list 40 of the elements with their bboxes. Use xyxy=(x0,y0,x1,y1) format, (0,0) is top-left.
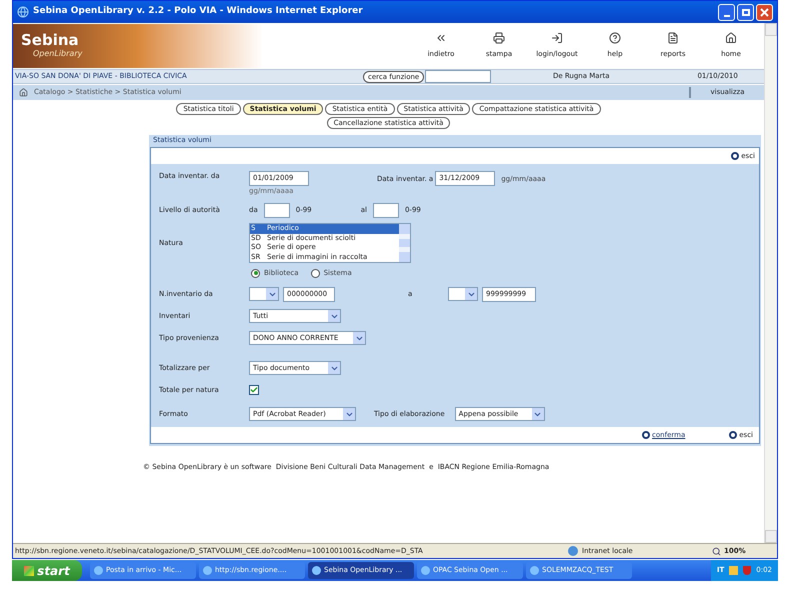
exit-icon xyxy=(731,152,740,160)
search-field[interactable] xyxy=(425,70,492,83)
exit-icon xyxy=(729,431,738,439)
reports-icon xyxy=(667,32,679,44)
dropdown-icon xyxy=(465,288,477,300)
maximize-button[interactable] xyxy=(737,4,754,20)
select-field[interactable] xyxy=(448,287,478,301)
app-icon xyxy=(94,566,103,575)
window-title: Sebina OpenLibrary v. 2.2 - Polo VIA - Windows Internet Explorer xyxy=(33,5,363,18)
dropdown-icon xyxy=(353,332,365,344)
app-icon xyxy=(312,566,321,575)
browser-icon xyxy=(17,6,29,18)
login-icon xyxy=(551,32,563,44)
dropdown-icon xyxy=(328,362,340,374)
dropdown-icon xyxy=(343,408,355,420)
home-icon xyxy=(725,32,737,44)
logo-title: Sebina xyxy=(21,32,80,48)
home-icon xyxy=(19,88,28,97)
confirm-icon xyxy=(642,431,650,439)
input-field[interactable] xyxy=(264,202,290,218)
checkbox[interactable] xyxy=(249,385,259,395)
app-icon xyxy=(530,566,539,575)
app-icon xyxy=(421,566,430,575)
logo-subtitle: OpenLibrary xyxy=(32,48,84,60)
close-icon xyxy=(760,8,769,16)
print-icon xyxy=(493,32,505,44)
app-icon xyxy=(203,566,212,575)
help-icon xyxy=(609,32,621,44)
dropdown-icon xyxy=(532,408,544,420)
close-button[interactable] xyxy=(756,4,773,20)
input-field[interactable] xyxy=(372,202,399,218)
windows-icon xyxy=(24,566,34,576)
zoom-icon xyxy=(712,546,721,556)
shield-icon xyxy=(743,566,752,575)
dropdown-icon xyxy=(266,288,278,300)
scrollbar[interactable] xyxy=(399,224,410,262)
start-button[interactable]: start xyxy=(12,560,82,581)
select-field[interactable] xyxy=(249,287,279,301)
dropdown-icon xyxy=(328,310,340,322)
minimize-button[interactable] xyxy=(718,4,735,20)
